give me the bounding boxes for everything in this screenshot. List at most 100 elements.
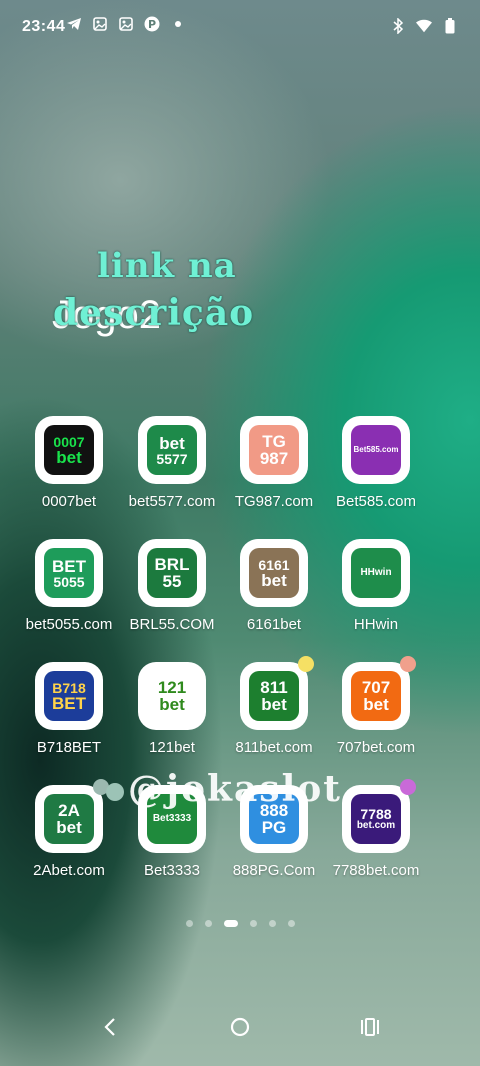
app-logo-text: 121 <box>157 678 187 697</box>
notification-badge <box>400 656 416 672</box>
page-dot[interactable] <box>185 920 193 927</box>
watermark-text: @jokaslot <box>128 768 342 810</box>
app-tile[interactable]: 121 bet <box>138 662 206 730</box>
app-label: 7788bet.com <box>332 862 420 879</box>
app-logo-text: Bet3333 <box>152 813 192 824</box>
page-dot[interactable] <box>204 920 212 927</box>
back-icon[interactable] <box>95 1012 125 1042</box>
app-logo-text: 707 <box>361 678 391 697</box>
home-icon[interactable] <box>225 1012 255 1042</box>
app-logo-text: B718 <box>52 679 86 696</box>
app-label: 6161bet <box>246 616 302 633</box>
app-logo-icon: 2A bet <box>44 794 94 844</box>
app-logo-text: 0007 <box>53 433 85 450</box>
app-logo-icon: B718 BET <box>44 671 94 721</box>
app-logo-icon: 0007 bet <box>44 425 94 475</box>
app-logo-icon: 7788 bet.com <box>351 794 401 844</box>
app-label: 888PG.Com <box>232 862 316 879</box>
app-icon-brl55-com[interactable]: BRL 55 BRL55.COM <box>121 539 223 633</box>
photo-icon <box>118 16 134 32</box>
app-tile[interactable]: BET 5055 <box>35 539 103 607</box>
app-logo-text: TG <box>262 432 286 451</box>
app-icon-bet5577-com[interactable]: bet 5577 bet5577.com <box>121 416 223 510</box>
app-logo-text: bet <box>159 695 185 714</box>
app-label: 811bet.com <box>235 739 313 756</box>
app-label: 121bet <box>149 739 195 756</box>
app-tile[interactable]: 0007 bet <box>35 416 103 484</box>
page-indicator[interactable] <box>0 920 480 927</box>
page-dot[interactable] <box>268 920 276 927</box>
app-label: bet5577.com <box>128 493 216 510</box>
app-label: HHwin <box>353 616 399 633</box>
app-label: TG987.com <box>234 493 314 510</box>
notification-badge <box>298 656 314 672</box>
telegram-icon <box>66 16 82 32</box>
app-icon-hhwin[interactable]: HHwin HHwin <box>325 539 427 633</box>
app-tile[interactable]: 2A bet <box>35 779 109 853</box>
app-icon-707bet-com[interactable]: 707 bet 707bet.com <box>325 656 427 756</box>
app-icon-811bet-com[interactable]: 811 bet 811bet.com <box>223 656 325 756</box>
app-logo-text: 55 <box>162 572 182 591</box>
app-tile[interactable]: HHwin <box>342 539 410 607</box>
more-dot-icon <box>170 16 186 32</box>
pinterest-icon: P <box>144 16 160 32</box>
app-logo-text: BRL <box>154 555 190 574</box>
app-tile[interactable]: BRL 55 <box>138 539 206 607</box>
app-logo-text: bet <box>159 433 185 453</box>
app-icon-121bet[interactable]: 121 bet 121bet <box>121 662 223 756</box>
app-label: B718BET <box>36 739 102 756</box>
app-icon-b718bet[interactable]: B718 BET B718BET <box>18 662 120 756</box>
app-icon-0007bet[interactable]: 0007 bet 0007bet <box>18 416 120 510</box>
app-tile[interactable]: Bet585.com <box>342 416 410 484</box>
app-logo-text: BET <box>52 556 86 576</box>
app-icon-bet5055-com[interactable]: BET 5055 bet5055.com <box>18 539 120 633</box>
app-tile[interactable]: bet 5577 <box>138 416 206 484</box>
app-logo-icon: HHwin <box>351 548 401 598</box>
app-logo-text: bet <box>261 570 287 590</box>
app-logo-text: 987 <box>259 449 289 468</box>
app-logo-text: 6161 <box>258 556 290 573</box>
app-logo-text: 7788 <box>360 806 392 822</box>
wifi-icon <box>416 18 432 34</box>
app-logo-text: Bet585.com <box>353 445 399 454</box>
bluetooth-icon <box>390 18 406 34</box>
app-logo-text: HHwin <box>360 567 392 578</box>
app-tile[interactable]: 6161 bet <box>240 539 308 607</box>
app-logo-text: 2A <box>58 801 80 820</box>
app-tile[interactable]: 707 bet <box>342 656 416 730</box>
svg-text:P: P <box>148 18 156 31</box>
app-icon-2abet-com[interactable]: 2A bet 2Abet.com <box>18 779 120 879</box>
watermark-dot <box>106 783 124 801</box>
recents-icon[interactable] <box>355 1012 385 1042</box>
app-label: 707bet.com <box>336 739 416 756</box>
app-tile[interactable]: 7788 bet.com <box>342 779 416 853</box>
promo-text-line1: link na <box>97 246 237 286</box>
app-tile[interactable]: B718 BET <box>35 662 103 730</box>
app-tile[interactable]: TG 987 <box>240 416 308 484</box>
app-icon-bet585-com[interactable]: Bet585.com Bet585.com <box>325 416 427 510</box>
app-logo-text: PG <box>261 818 287 837</box>
clock: 23:44 <box>22 18 66 35</box>
page-dot[interactable] <box>287 920 295 927</box>
app-logo-icon: 121 bet <box>147 671 197 721</box>
app-logo-icon: TG 987 <box>249 425 299 475</box>
app-tile[interactable]: 811 bet <box>240 656 314 730</box>
navigation-bar <box>0 986 480 1066</box>
app-logo-icon: 707 bet <box>351 671 401 721</box>
app-logo-icon: BRL 55 <box>147 548 197 598</box>
promo-text-line2: descrição <box>53 292 255 334</box>
page-dot[interactable] <box>223 920 238 927</box>
app-icon-tg987-com[interactable]: TG 987 TG987.com <box>223 416 325 510</box>
app-logo-text: bet <box>261 695 287 714</box>
battery-icon <box>442 18 458 34</box>
app-logo-text: bet <box>363 695 389 714</box>
app-label: BRL55.COM <box>129 616 215 633</box>
app-icon-6161bet[interactable]: 6161 bet 6161bet <box>223 539 325 633</box>
page-dot[interactable] <box>249 920 257 927</box>
app-label: 0007bet <box>41 493 97 510</box>
app-logo-text: 5577 <box>156 450 188 467</box>
app-label: 2Abet.com <box>33 862 105 879</box>
app-label: bet5055.com <box>25 616 113 633</box>
app-logo-text: 811 <box>260 678 288 697</box>
app-logo-icon: 811 bet <box>249 671 299 721</box>
